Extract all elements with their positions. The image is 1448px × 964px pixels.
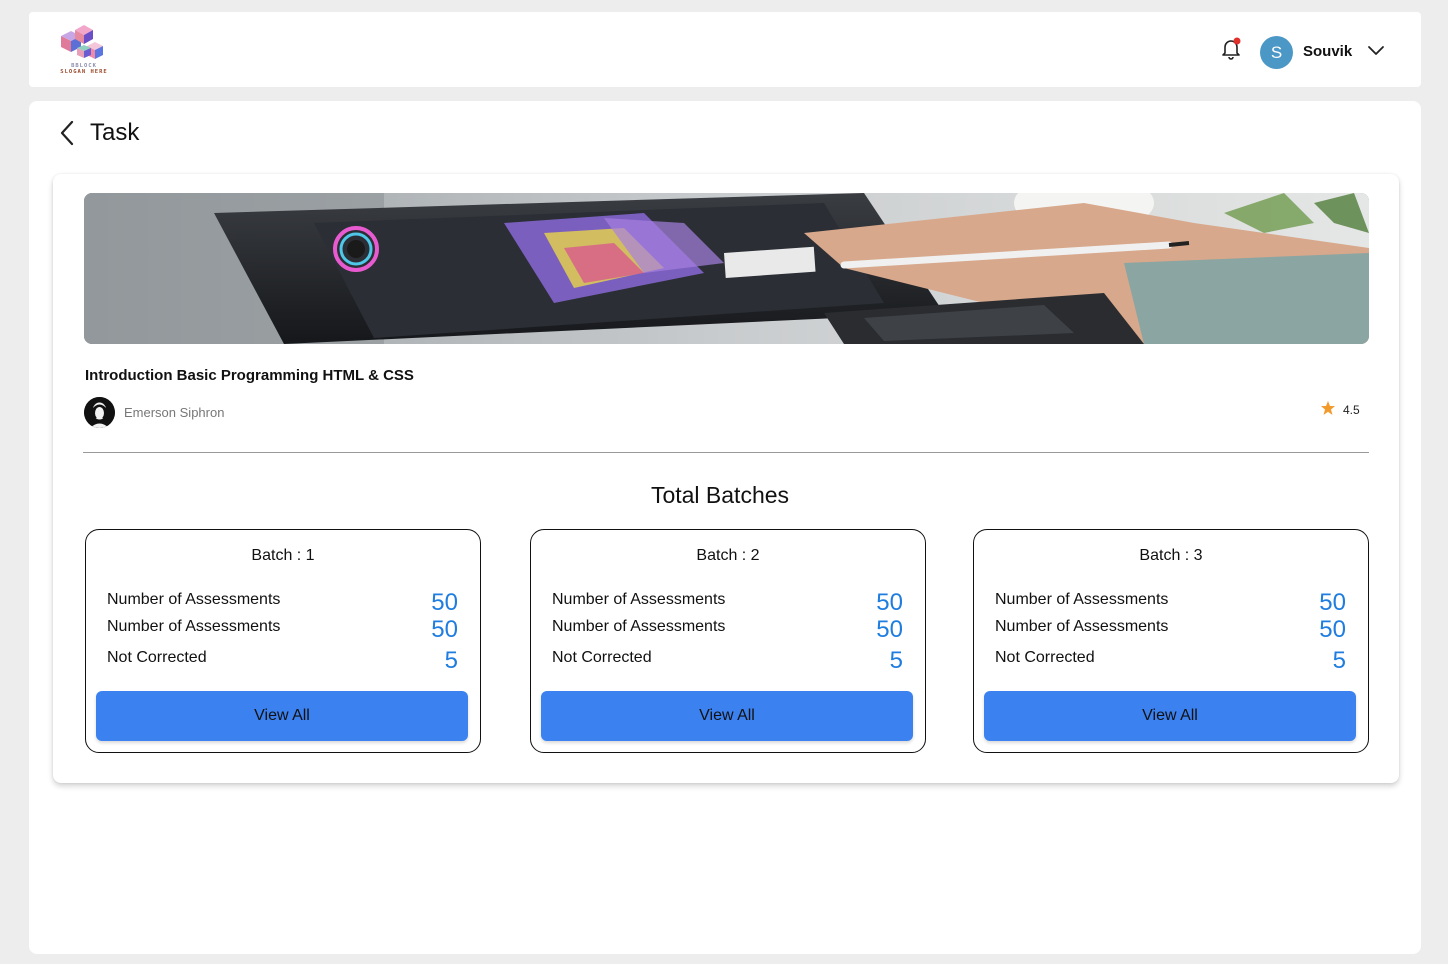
- view-all-button[interactable]: View All: [96, 691, 468, 741]
- course-card: Introduction Basic Programming HTML & CS…: [53, 174, 1399, 783]
- not-corrected-label: Not Corrected: [552, 649, 652, 666]
- not-corrected-value: 5: [444, 647, 458, 674]
- user-avatar[interactable]: S: [1260, 36, 1293, 69]
- notification-bell-icon[interactable]: [1219, 36, 1243, 62]
- not-corrected-value: 5: [1332, 647, 1346, 674]
- section-title: Total Batches: [650, 482, 790, 508]
- back-arrow-icon[interactable]: [57, 118, 77, 148]
- batch-title: Batch : 1: [251, 547, 315, 564]
- instructor-name: Emerson Siphron: [124, 405, 225, 420]
- assessments-label: Number of Assessments: [107, 591, 281, 608]
- not-corrected-label: Not Corrected: [995, 649, 1095, 666]
- main-panel: Task Introduction Basic Programming HTML…: [29, 101, 1421, 954]
- star-icon: [1320, 400, 1336, 416]
- not-corrected-label: Not Corrected: [107, 649, 207, 666]
- assessments-value: 50: [876, 616, 903, 643]
- course-rating: 4.5: [1343, 403, 1360, 417]
- assessments-label: Number of Assessments: [107, 618, 281, 635]
- logo-cubes-icon: [61, 25, 103, 59]
- username[interactable]: Souvik: [1303, 43, 1352, 60]
- logo-slogan: SLOGAN HERE: [60, 69, 108, 75]
- assessments-label: Number of Assessments: [995, 618, 1169, 635]
- batch-title: Batch : 2: [696, 547, 760, 564]
- assessments-value: 50: [431, 589, 458, 616]
- batch-card-3: Batch : 3 Number of Assessments 50 Numbe…: [973, 529, 1369, 753]
- course-title: Introduction Basic Programming HTML & CS…: [85, 367, 414, 384]
- assessments-value: 50: [431, 616, 458, 643]
- course-banner-image: [84, 193, 1369, 344]
- assessments-value: 50: [1319, 589, 1346, 616]
- top-bar: BBLOCK SLOGAN HERE S Souvik: [29, 12, 1421, 87]
- assessments-label: Number of Assessments: [552, 591, 726, 608]
- view-all-button[interactable]: View All: [541, 691, 913, 741]
- batch-title: Batch : 3: [1139, 547, 1203, 564]
- logo[interactable]: BBLOCK SLOGAN HERE: [51, 22, 117, 80]
- assessments-label: Number of Assessments: [995, 591, 1169, 608]
- instructor-avatar: [84, 397, 115, 428]
- batch-card-2: Batch : 2 Number of Assessments 50 Numbe…: [530, 529, 926, 753]
- divider: [83, 452, 1369, 453]
- not-corrected-value: 5: [889, 647, 903, 674]
- page-title: Task: [90, 119, 140, 146]
- view-all-button[interactable]: View All: [984, 691, 1356, 741]
- batch-card-1: Batch : 1 Number of Assessments 50 Numbe…: [85, 529, 481, 753]
- assessments-label: Number of Assessments: [552, 618, 726, 635]
- assessments-value: 50: [876, 589, 903, 616]
- chevron-down-icon[interactable]: [1367, 43, 1385, 59]
- assessments-value: 50: [1319, 616, 1346, 643]
